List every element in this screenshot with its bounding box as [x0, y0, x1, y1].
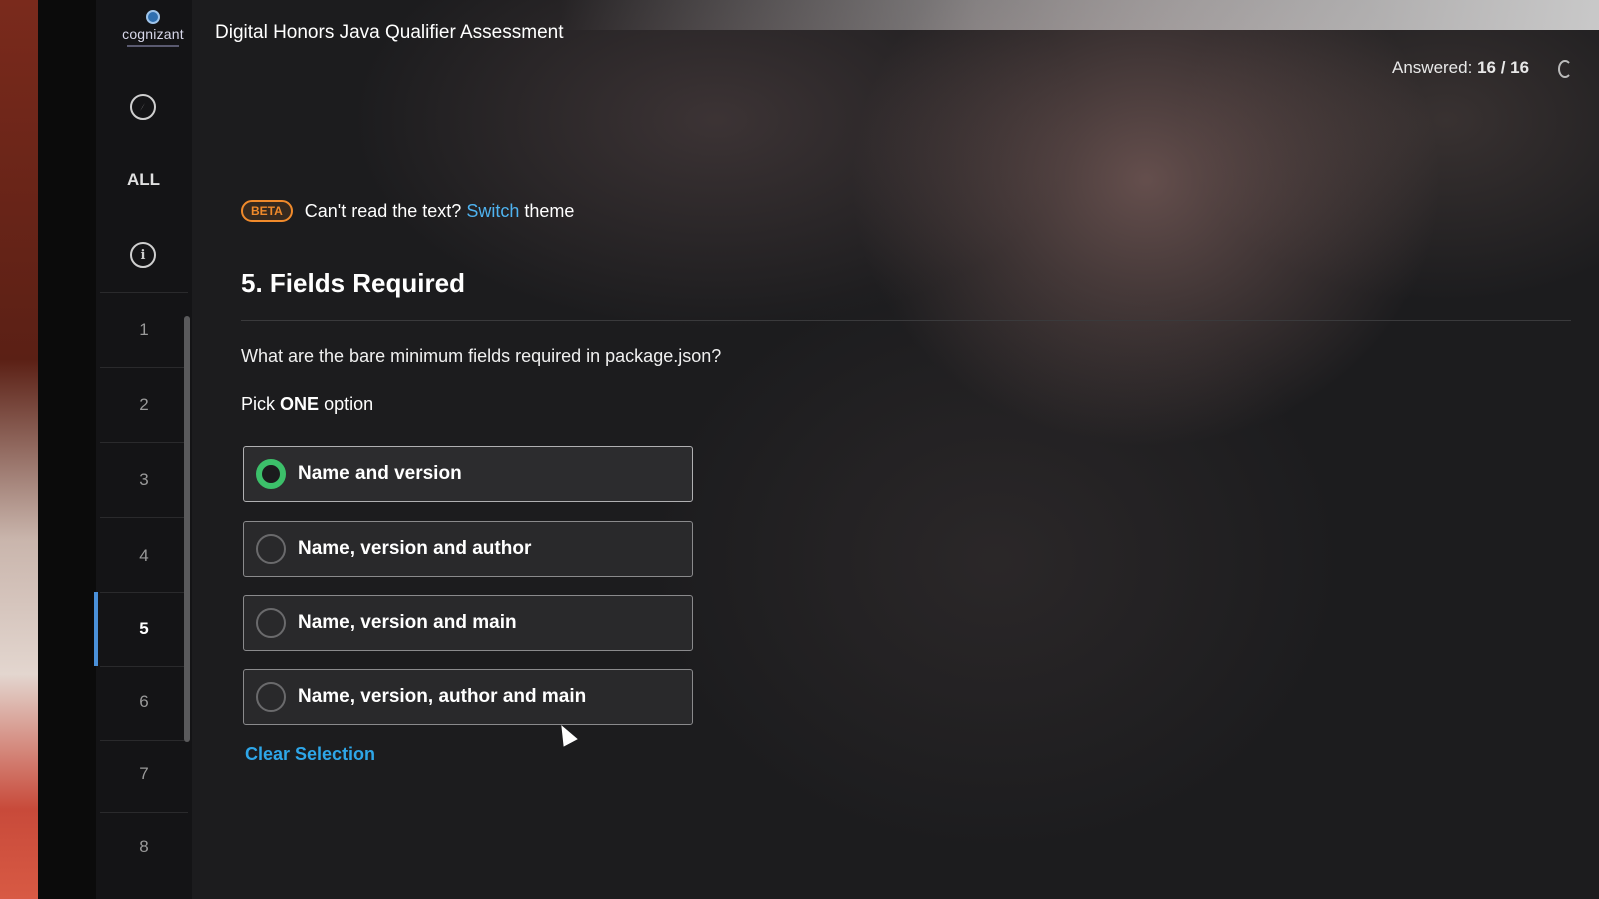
sidebar-question-7[interactable]: 7	[100, 764, 188, 784]
option-label: Name, version and main	[298, 612, 517, 633]
sidebar-question-5[interactable]: 5	[100, 619, 188, 639]
monitor-bezel	[38, 0, 96, 899]
sidebar-divider	[100, 517, 188, 518]
screen-glare	[560, 0, 1599, 30]
logo-mark-icon	[146, 10, 160, 24]
sidebar-divider	[100, 812, 188, 813]
radio-unselected-icon[interactable]	[256, 682, 286, 712]
sidebar-question-8[interactable]: 8	[100, 837, 188, 857]
option-label: Name and version	[298, 463, 462, 484]
compass-icon[interactable]	[130, 94, 156, 120]
sidebar-divider	[100, 292, 188, 293]
pick-instruction: Pick ONE option	[241, 394, 373, 415]
sidebar-all-filter[interactable]: ALL	[127, 170, 160, 190]
option-label: Name, version, author and main	[298, 686, 587, 707]
answered-counter: Answered: 16 / 16	[1392, 58, 1529, 78]
sidebar-question-6[interactable]: 6	[100, 692, 188, 712]
logo-tagline	[127, 45, 179, 47]
answered-label: Answered:	[1392, 58, 1473, 77]
answered-value: 16 / 16	[1477, 58, 1530, 77]
option-3[interactable]: Name, version and main	[243, 595, 693, 651]
pick-suffix: option	[324, 394, 374, 414]
sidebar-divider	[100, 442, 188, 443]
sidebar-divider	[100, 367, 188, 368]
active-question-indicator	[94, 592, 98, 666]
sidebar-divider	[100, 740, 188, 741]
compass-needle-icon	[140, 103, 145, 111]
option-label: Name, version and author	[298, 538, 532, 559]
question-title: 5. Fields Required	[241, 268, 465, 298]
sidebar-scrollbar[interactable]	[184, 316, 190, 742]
timer-icon[interactable]	[1558, 60, 1572, 78]
assessment-title: Digital Honors Java Qualifier Assessment	[215, 22, 564, 43]
logo-text: cognizant	[122, 26, 184, 42]
sidebar-question-2[interactable]: 2	[100, 395, 188, 415]
switch-theme-link[interactable]: Switch	[466, 201, 519, 222]
radio-selected-icon[interactable]	[256, 459, 286, 489]
beta-badge: BETA	[241, 200, 293, 222]
beta-suffix-text: theme	[524, 200, 575, 221]
question-text: What are the bare minimum fields require…	[241, 346, 722, 366]
clear-selection-link[interactable]: Clear Selection	[245, 744, 375, 765]
option-1[interactable]: Name and version	[243, 446, 693, 502]
beta-prompt-text: Can't read the text?	[304, 200, 462, 221]
sidebar-divider	[100, 592, 188, 593]
option-4[interactable]: Name, version, author and main	[243, 669, 693, 725]
radio-unselected-icon[interactable]	[256, 534, 286, 564]
pick-emphasis: ONE	[280, 394, 320, 414]
cognizant-logo: cognizant	[112, 8, 194, 52]
sidebar-divider	[100, 666, 188, 667]
option-2[interactable]: Name, version and author	[243, 521, 693, 577]
radio-unselected-icon[interactable]	[256, 608, 286, 638]
sidebar-question-4[interactable]: 4	[100, 546, 188, 566]
beta-theme-banner: BETA Can't read the text? Switch theme	[241, 200, 574, 222]
sidebar-question-1[interactable]: 1	[100, 320, 188, 340]
info-icon[interactable]: i	[130, 242, 156, 268]
sidebar-question-3[interactable]: 3	[100, 470, 188, 490]
pick-prefix: Pick	[241, 394, 276, 414]
title-divider	[241, 320, 1571, 321]
